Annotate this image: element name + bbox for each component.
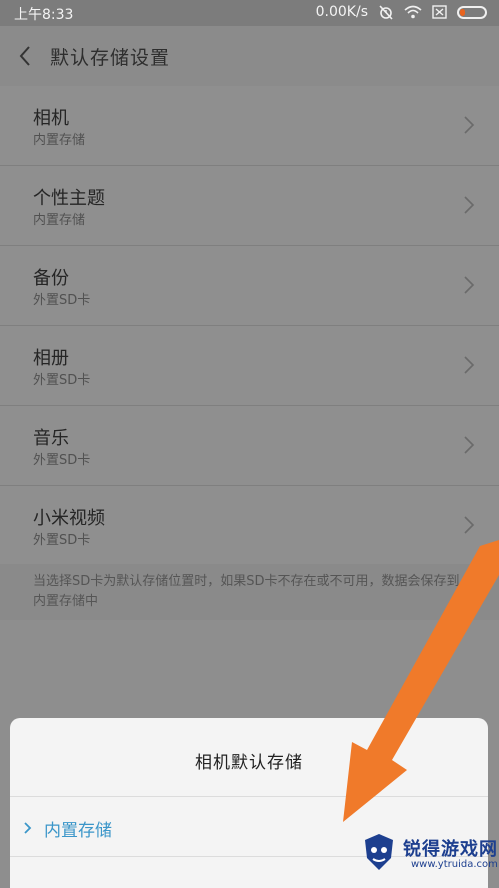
chevron-right-icon [464,436,475,454]
network-speed: 0.00K/s [315,4,368,20]
list-item-gallery[interactable]: 相册 外置SD卡 [0,326,499,406]
sheet-title: 相机默认存储 [195,753,303,773]
list-item-music[interactable]: 音乐 外置SD卡 [0,406,499,486]
watermark-name: 锐得游戏网 [403,839,498,860]
chevron-right-icon [464,276,475,294]
status-icons: 0.00K/s [316,4,487,20]
app-header: 默认存储设置 [0,26,499,86]
item-title: 小米视频 [33,508,105,529]
battery-level [460,8,465,16]
alarm-muted-icon [379,5,393,20]
page-title: 默认存储设置 [50,47,171,69]
storage-note: 当选择SD卡为默认存储位置时，如果SD卡不存在或不可用，数据会保存到内置存储中 [0,564,499,620]
wifi-icon [404,5,422,19]
item-title: 备份 [33,268,69,289]
watermark: 锐得游戏网 www.ytruida.com [353,826,499,876]
chevron-left-icon[interactable] [16,44,36,68]
status-bar: 上午8:33 0.00K/s [0,0,499,26]
chevron-right-icon [464,516,475,534]
watermark-logo-icon [365,834,393,870]
item-title: 相机 [33,108,69,129]
battery-icon [457,5,487,19]
item-subtitle: 外置SD卡 [33,373,91,388]
item-subtitle: 内置存储 [33,213,86,228]
chevron-right-icon [464,356,475,374]
storage-settings-list: 相机 内置存储 个性主题 内置存储 备份 外置SD卡 相册 外置SD卡 音乐 外… [0,86,499,566]
item-subtitle: 外置SD卡 [33,533,91,548]
sim-error-icon [432,5,447,19]
status-time: 上午8:33 [14,7,74,23]
chevron-right-icon [464,116,475,134]
list-item-theme[interactable]: 个性主题 内置存储 [0,166,499,246]
item-subtitle: 内置存储 [33,133,86,148]
item-title: 个性主题 [33,188,105,209]
list-item-camera[interactable]: 相机 内置存储 [0,86,499,166]
item-title: 音乐 [33,428,69,449]
list-item-backup[interactable]: 备份 外置SD卡 [0,246,499,326]
watermark-url: www.ytruida.com [411,859,498,870]
list-item-video[interactable]: 小米视频 外置SD卡 [0,486,499,566]
item-title: 相册 [33,348,69,369]
option-label: 内置存储 [44,821,112,841]
item-subtitle: 外置SD卡 [33,293,91,308]
item-subtitle: 外置SD卡 [33,453,91,468]
chevron-right-icon [464,196,475,214]
selected-chevron-icon [24,822,32,834]
